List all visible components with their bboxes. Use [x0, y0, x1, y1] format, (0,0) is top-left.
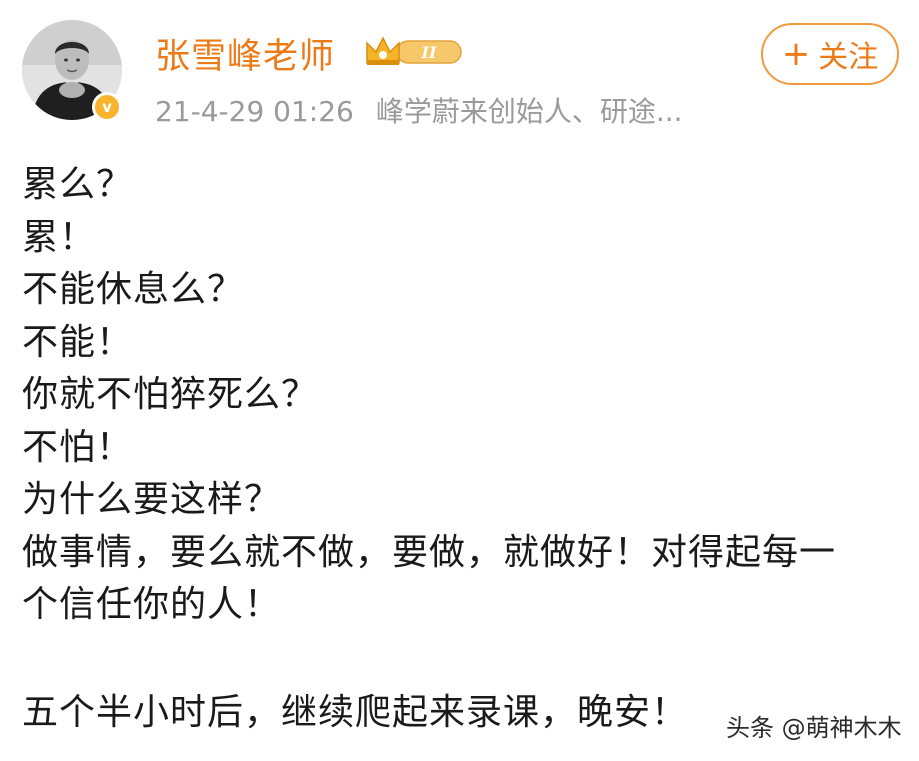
watermark: 头条 @萌神木木 — [726, 714, 902, 742]
post-time: 21-4-29 01:26 — [155, 95, 354, 128]
plus-icon: + — [781, 34, 811, 74]
author-bio[interactable]: 峰学蔚来创始人、研途... — [376, 95, 683, 128]
post-line: 累！ — [22, 216, 97, 258]
post-line-blank — [22, 632, 902, 685]
post-line: 做事情，要么就不做，要做，就做好！对得起每一 — [22, 531, 837, 573]
follow-button[interactable]: + 关注 — [761, 23, 899, 85]
member-level: II — [421, 43, 437, 62]
weibo-post: v 张雪峰老师 II 21-4-29 01:26 峰学蔚来创始人、研途... + 关… — [0, 0, 919, 761]
author-name[interactable]: 张雪峰老师 — [155, 28, 335, 79]
verified-mark: v — [102, 97, 112, 116]
follow-label: 关注 — [818, 40, 879, 75]
post-line: 不怕！ — [22, 426, 134, 468]
post-body: 累么？ 累！ 不能休息么？ 不能！ 你就不怕猝死么？ 不怕！ 为什么要这样？ 做… — [22, 159, 902, 740]
post-line: 个信任你的人！ — [22, 584, 282, 625]
post-meta: 21-4-29 01:26 峰学蔚来创始人、研途... — [155, 90, 683, 130]
post-line: 你就不怕猝死么？ — [22, 374, 319, 415]
post-line: 为什么要这样？ — [22, 479, 282, 520]
crown-badge-icon[interactable]: II — [363, 33, 467, 69]
verified-badge-icon: v — [92, 92, 122, 122]
post-line: 不能！ — [22, 321, 134, 363]
post-line: 累么？ — [22, 164, 134, 205]
post-line: 不能休息么？ — [22, 269, 245, 310]
